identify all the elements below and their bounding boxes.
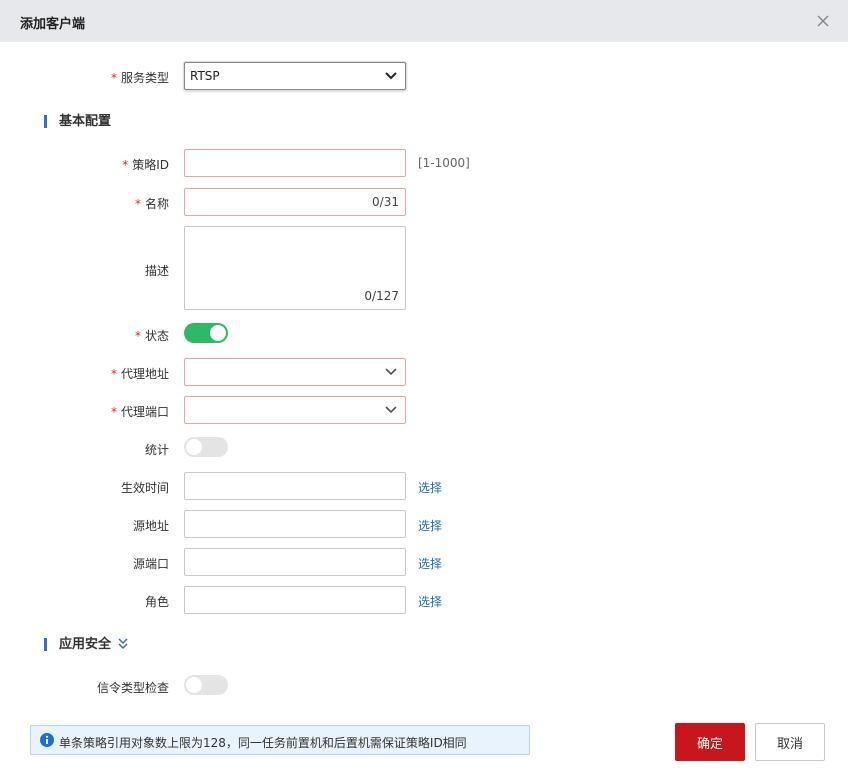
proxy-address-row: * 代理地址 [0,358,848,386]
status-row: * 状态 [0,323,848,343]
effective-time-label: 生效时间 [120,481,169,495]
policy-id-field[interactable] [184,149,406,177]
section-app-security: 应用安全 [44,638,111,651]
role-label: 角色 [144,595,169,609]
source-port-label: 源端口 [132,557,169,571]
service-type-label: * 服务类型 [110,71,169,85]
chevron-down-icon [385,368,397,376]
role-select-link[interactable]: 选择 [418,593,442,610]
source-address-input[interactable] [185,511,405,537]
proxy-port-select[interactable] [184,396,406,424]
toggle-knob [210,325,226,341]
dialog-title: 添加客户端 [20,17,86,32]
description-label: 描述 [144,264,169,278]
description-char-counter: 0/127 [364,289,399,303]
proxy-address-label: * 代理地址 [110,367,169,381]
source-address-label: 源地址 [132,519,169,533]
confirm-button[interactable]: 确定 [675,723,745,761]
policy-id-row: * 策略ID [1-1000] [0,149,848,177]
source-address-row: 源地址 选择 [0,510,848,538]
statistics-row: 统计 [0,437,848,457]
effective-time-select-link[interactable]: 选择 [418,479,442,496]
proxy-port-label: * 代理端口 [110,405,169,419]
name-field[interactable]: 0/31 [184,188,406,216]
source-port-row: 源端口 选择 [0,548,848,576]
double-chevron-down-icon[interactable] [117,638,129,650]
policy-id-input[interactable] [185,150,405,176]
source-port-input[interactable] [185,549,405,575]
info-icon [40,733,54,747]
policy-id-range-hint: [1-1000] [418,156,470,170]
service-type-select[interactable]: RTSP [184,62,406,90]
signaling-check-label: 信令类型检查 [96,681,169,695]
source-address-select-link[interactable]: 选择 [418,517,442,534]
source-port-select-link[interactable]: 选择 [418,555,442,572]
effective-time-field[interactable] [184,472,406,500]
effective-time-row: 生效时间 选择 [0,472,848,500]
policy-id-label: * 策略ID [122,158,169,172]
signaling-check-row: 信令类型检查 [0,675,848,695]
chevron-down-icon [385,72,397,80]
description-row: 描述 0/127 [0,226,848,310]
role-row: 角色 选择 [0,586,848,614]
source-port-field[interactable] [184,548,406,576]
info-notice: 单条策略引用对象数上限为128，同一任务前置机和后置机需保证策略ID相同 [30,725,530,755]
toggle-knob [186,677,202,693]
name-char-counter: 0/31 [372,195,399,209]
dialog-header: 添加客户端 [0,0,848,42]
name-row: * 名称 0/31 [0,188,848,216]
role-input[interactable] [185,587,405,613]
signaling-check-toggle[interactable] [184,675,228,695]
app-security-section-row: 应用安全 [0,638,848,652]
statistics-toggle[interactable] [184,437,228,457]
statistics-label: 统计 [144,443,169,457]
role-field[interactable] [184,586,406,614]
close-icon[interactable] [816,14,830,28]
toggle-knob [186,439,202,455]
service-type-value: RTSP [190,69,220,83]
status-label: * 状态 [134,329,169,343]
proxy-port-row: * 代理端口 [0,396,848,424]
section-basic-config: 基本配置 [44,115,111,128]
notice-text: 单条策略引用对象数上限为128，同一任务前置机和后置机需保证策略ID相同 [59,736,467,750]
proxy-address-select[interactable] [184,358,406,386]
chevron-down-icon [385,406,397,414]
cancel-button[interactable]: 取消 [755,723,825,761]
description-field[interactable]: 0/127 [184,226,406,310]
effective-time-input[interactable] [185,473,405,499]
service-type-row: * 服务类型 RTSP [0,62,848,90]
name-label: * 名称 [134,197,169,211]
status-toggle[interactable] [184,323,228,343]
source-address-field[interactable] [184,510,406,538]
